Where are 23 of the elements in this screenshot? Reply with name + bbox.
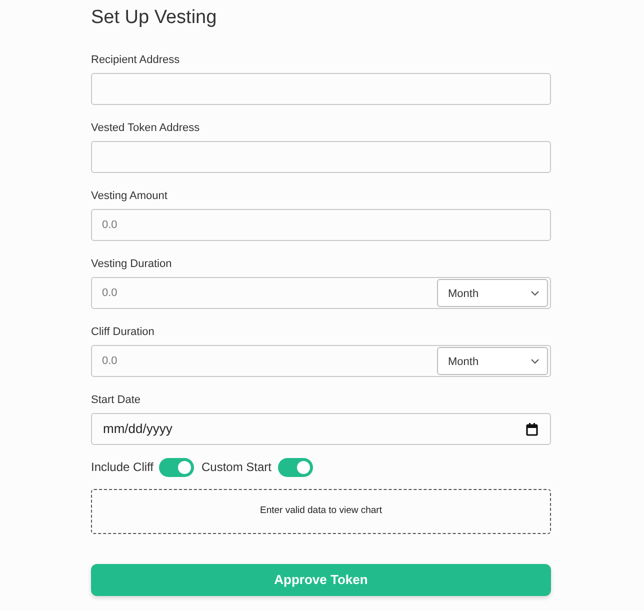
field-label: Vesting Amount <box>91 189 168 203</box>
toggle-label: Custom Start <box>201 459 272 476</box>
toggle-switch[interactable] <box>278 458 313 476</box>
chevron-down-icon <box>531 290 539 296</box>
unit-dropdown[interactable]: Month <box>437 279 548 307</box>
calendar-icon[interactable] <box>526 422 538 436</box>
input-field[interactable]: 0.0 Month <box>91 345 551 377</box>
field-label: Start Date <box>91 393 141 407</box>
chart-empty-message: Enter valid data to view chart <box>260 504 382 518</box>
date-field[interactable]: mm/dd/yyyy <box>91 413 551 445</box>
input-field[interactable] <box>91 73 551 105</box>
unit-dropdown[interactable]: Month <box>437 347 548 375</box>
input-field[interactable]: 0.0 Month <box>91 277 551 309</box>
input-field[interactable] <box>91 141 551 173</box>
field-label: Cliff Duration <box>91 325 154 339</box>
toggle-label: Include Cliff <box>91 459 154 476</box>
input-field[interactable]: 0.0 <box>91 209 551 241</box>
field-label: Vested Token Address <box>91 121 200 135</box>
toggle-switch[interactable] <box>159 458 194 476</box>
field-label: Recipient Address <box>91 53 180 67</box>
form-title: Set Up Vesting <box>91 6 217 30</box>
chevron-down-icon <box>531 358 539 364</box>
field-label: Vesting Duration <box>91 257 172 271</box>
